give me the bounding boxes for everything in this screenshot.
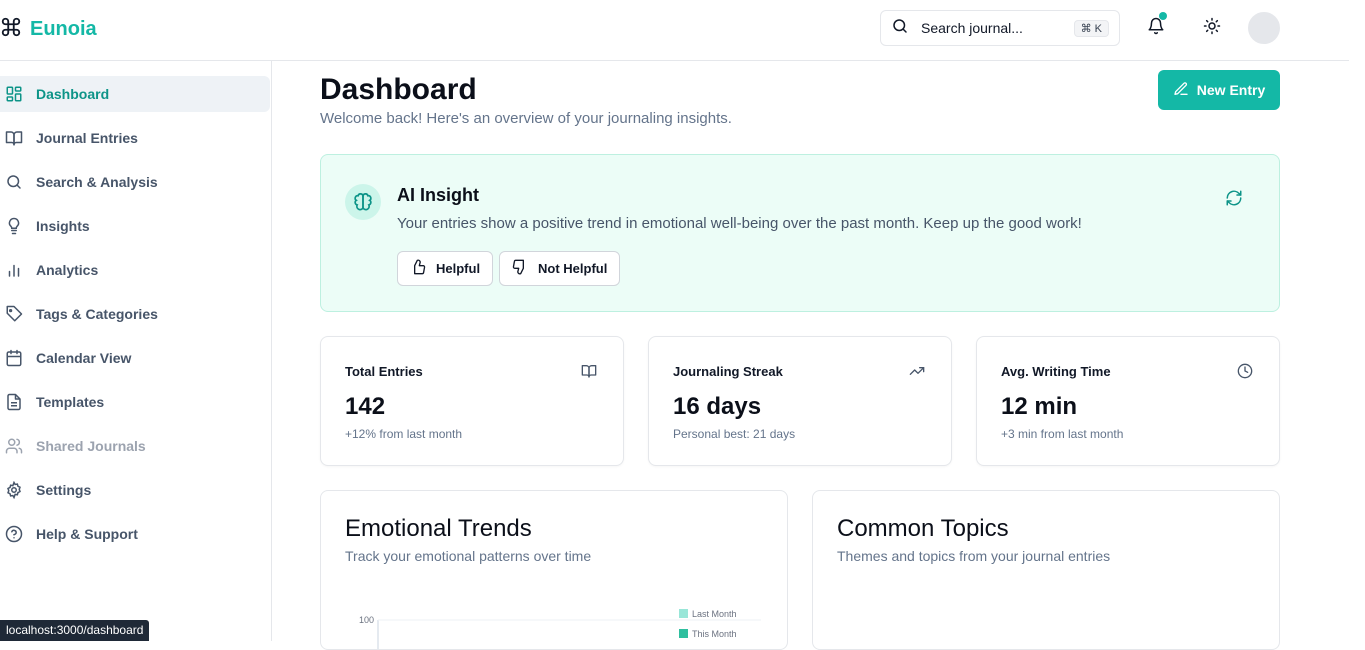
- refresh-icon[interactable]: [1225, 189, 1245, 209]
- sidebar-item-settings[interactable]: Settings: [0, 472, 270, 508]
- brand[interactable]: Eunoia: [0, 16, 97, 43]
- brand-name: Eunoia: [30, 18, 97, 40]
- stat-card-avg-writing-time: Avg. Writing Time 12 min +3 min from las…: [976, 336, 1280, 466]
- notification-dot: [1159, 12, 1167, 20]
- sidebar-item-analytics[interactable]: Analytics: [0, 252, 270, 288]
- search-shortcut: ⌘ K: [1073, 19, 1109, 37]
- sidebar-item-help-support[interactable]: Help & Support: [0, 516, 270, 552]
- sun-icon: [1203, 17, 1221, 40]
- brain-icon: [345, 184, 381, 220]
- sidebar-item-insights[interactable]: Insights: [0, 208, 270, 244]
- thumbs-down-icon: [512, 259, 528, 278]
- command-icon: [0, 16, 22, 43]
- legend-label-this-month: This Month: [692, 629, 737, 639]
- file-text-icon: [4, 392, 24, 412]
- stat-label: Avg. Writing Time: [1001, 364, 1111, 379]
- legend-label-last-month: Last Month: [692, 609, 737, 619]
- stat-label: Total Entries: [345, 364, 423, 379]
- insight-title: AI Insight: [397, 185, 479, 205]
- not-helpful-button[interactable]: Not Helpful: [499, 251, 621, 286]
- calendar-icon: [4, 348, 24, 368]
- search-input[interactable]: Search journal... ⌘ K: [880, 10, 1120, 46]
- new-entry-button[interactable]: New Entry: [1158, 70, 1280, 110]
- search-placeholder: Search journal...: [921, 20, 1023, 36]
- sidebar-item-calendar-view[interactable]: Calendar View: [0, 340, 270, 376]
- stat-label: Journaling Streak: [673, 364, 783, 379]
- main-content: Dashboard Welcome back! Here's an overvi…: [272, 61, 1349, 650]
- search-icon: [891, 17, 909, 40]
- legend-swatch-this-month: [679, 629, 688, 638]
- sidebar-item-label: Dashboard: [36, 86, 110, 102]
- insight-text: Your entries show a positive trend in em…: [397, 215, 1082, 232]
- stat-value: 142: [345, 393, 386, 420]
- stat-card-journaling-streak: Journaling Streak 16 days Personal best:…: [648, 336, 952, 466]
- stat-value: 12 min: [1001, 393, 1078, 420]
- helpful-label: Helpful: [436, 261, 481, 276]
- clock-icon: [1237, 363, 1255, 381]
- panel-title: Common Topics: [837, 515, 1009, 542]
- sidebar-item-label: Shared Journals: [36, 438, 146, 454]
- pencil-icon: [1173, 81, 1189, 100]
- lightbulb-icon: [4, 216, 24, 236]
- sidebar-item-search-analysis[interactable]: Search & Analysis: [0, 164, 270, 200]
- search-icon: [4, 172, 24, 192]
- status-url-tooltip: localhost:3000/dashboard: [0, 620, 150, 641]
- sidebar-item-label: Search & Analysis: [36, 174, 158, 190]
- sidebar-item-label: Settings: [36, 482, 92, 498]
- sidebar-item-journal-entries[interactable]: Journal Entries: [0, 120, 270, 156]
- stat-note: +3 min from last month: [1001, 427, 1124, 441]
- book-icon: [4, 128, 24, 148]
- thumbs-up-icon: [410, 259, 426, 278]
- stat-card-total-entries: Total Entries 142 +12% from last month: [320, 336, 624, 466]
- avatar[interactable]: [1248, 12, 1280, 44]
- stat-note: Personal best: 21 days: [673, 427, 796, 441]
- gear-icon: [4, 480, 24, 500]
- sidebar-item-label: Analytics: [36, 262, 99, 278]
- y-tick-label: 100: [359, 615, 374, 625]
- new-entry-label: New Entry: [1196, 82, 1266, 98]
- sidebar-item-label: Templates: [36, 394, 105, 410]
- sidebar: Dashboard Journal Entries Search & Analy…: [0, 61, 272, 641]
- sidebar-item-label: Calendar View: [36, 350, 132, 366]
- legend-swatch-last-month: [679, 609, 688, 618]
- help-circle-icon: [4, 524, 24, 544]
- top-bar: Eunoia Search journal... ⌘ K: [0, 0, 1349, 61]
- bar-chart-icon: [4, 260, 24, 280]
- sidebar-item-label: Tags & Categories: [36, 306, 158, 322]
- stat-value: 16 days: [673, 393, 762, 420]
- sidebar-item-templates[interactable]: Templates: [0, 384, 270, 420]
- helpful-button[interactable]: Helpful: [397, 251, 494, 286]
- grid-icon: [4, 84, 24, 104]
- stat-note: +12% from last month: [345, 427, 463, 441]
- sidebar-item-dashboard[interactable]: Dashboard: [0, 76, 270, 112]
- panel-subtitle: Themes and topics from your journal entr…: [837, 548, 1111, 564]
- sidebar-item-tags-categories[interactable]: Tags & Categories: [0, 296, 270, 332]
- page-subtitle: Welcome back! Here's an overview of your…: [320, 110, 732, 127]
- sidebar-item-label: Insights: [36, 218, 90, 234]
- sidebar-item-label: Journal Entries: [36, 130, 138, 146]
- common-topics-panel: Common Topics Themes and topics from you…: [812, 490, 1280, 650]
- sidebar-item-shared-journals[interactable]: Shared Journals: [0, 428, 270, 464]
- page-title: Dashboard: [320, 73, 477, 106]
- not-helpful-label: Not Helpful: [538, 261, 608, 276]
- book-open-icon: [581, 363, 599, 381]
- trending-up-icon: [909, 363, 927, 381]
- users-icon: [4, 436, 24, 456]
- emotional-trends-panel: Emotional Trends Track your emotional pa…: [320, 490, 788, 650]
- theme-toggle-button[interactable]: [1200, 16, 1224, 40]
- ai-insight-card: AI Insight Your entries show a positive …: [320, 154, 1280, 312]
- sidebar-item-label: Help & Support: [36, 526, 138, 542]
- tag-icon: [4, 304, 24, 324]
- notifications-button[interactable]: [1144, 12, 1168, 40]
- emotional-trends-chart: 100 Last Month This Month: [359, 609, 761, 649]
